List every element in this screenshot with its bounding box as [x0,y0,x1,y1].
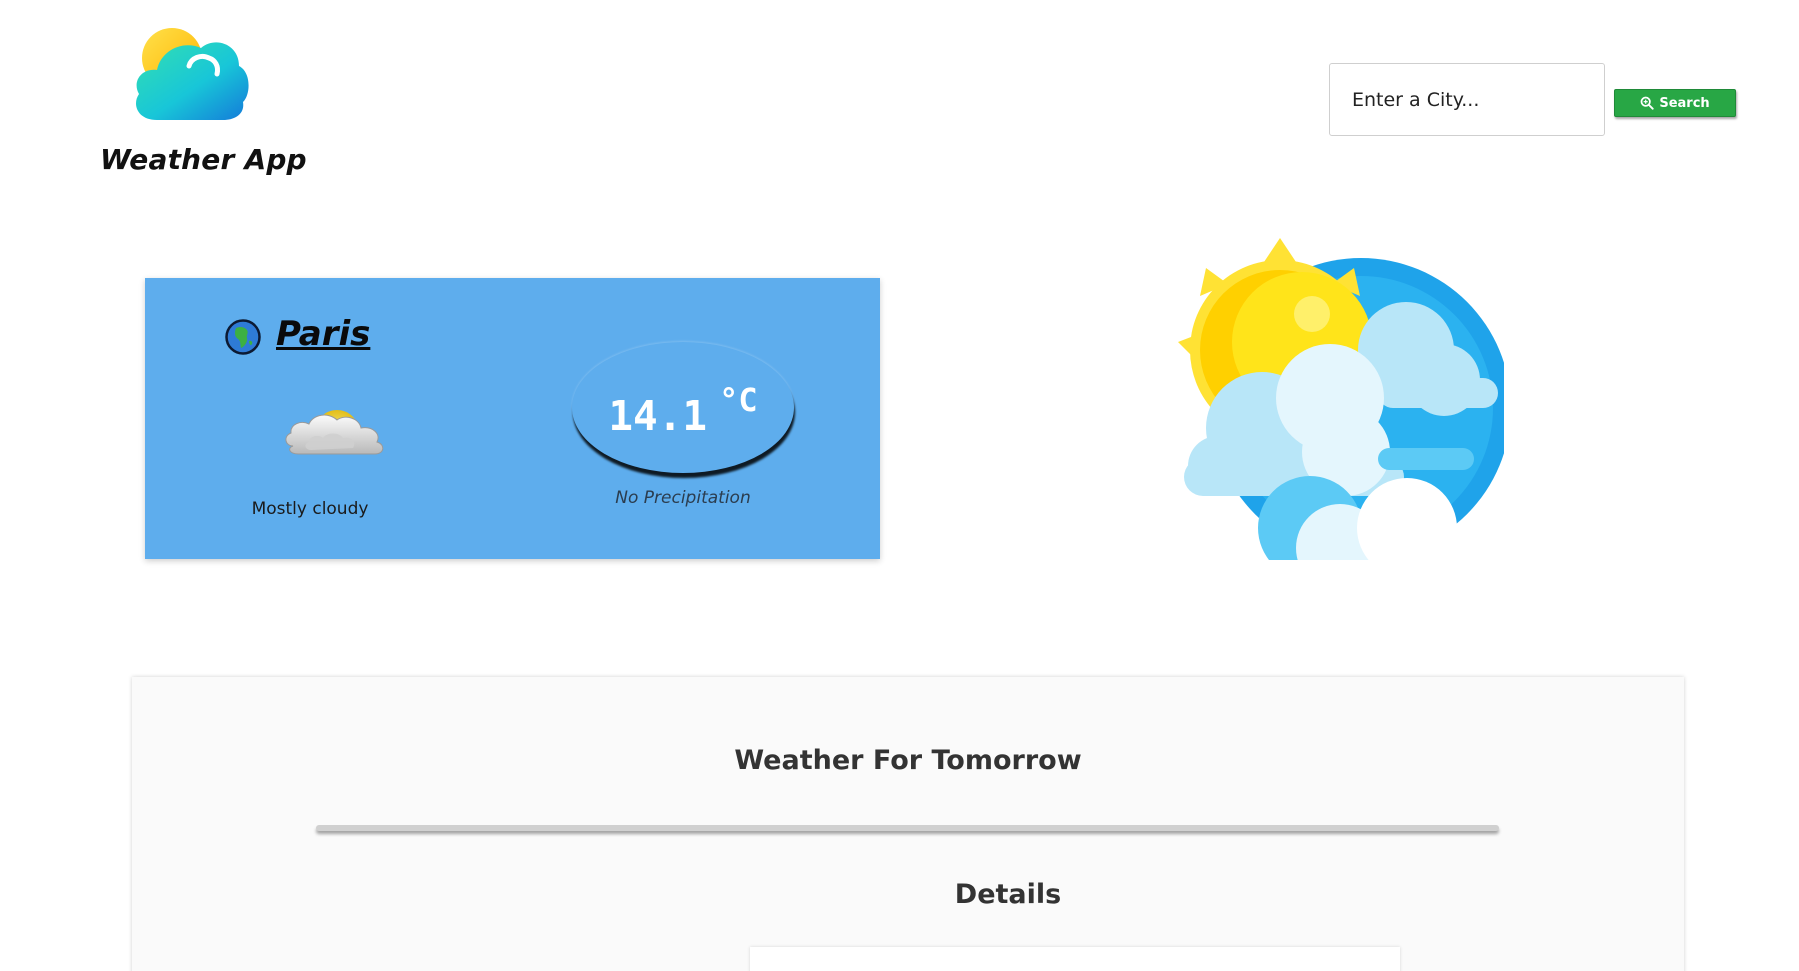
app-title: Weather App [100,143,307,176]
details-title: Details [954,879,1062,910]
cloud-sun-logo-icon [136,28,249,120]
search-button-label: Search [1659,95,1710,111]
city-name-link[interactable]: Paris [276,314,370,354]
tomorrow-forecast-panel: Weather For Tomorrow Details [132,677,1684,971]
sun-behind-clouds-illustration [1178,238,1504,560]
mostly-cloudy-icon [285,410,384,455]
city-search-input[interactable] [1329,63,1605,136]
weather-app-page: Weather App Search Paris [0,0,1799,971]
precipitation-text: No Precipitation [615,488,751,508]
globe-icon [225,319,261,355]
search-button[interactable]: Search [1614,89,1736,117]
temperature-unit: °C [719,380,758,419]
tomorrow-title: Weather For Tomorrow [734,745,1082,776]
temperature-value: 14.1 [608,391,708,440]
temperature-badge: 14.1 °C [572,342,794,473]
current-weather-card: Paris Mostly cloudy 14.1 °C No Precipita… [145,278,880,559]
magnifier-icon [1640,96,1654,110]
details-card [750,947,1400,971]
section-divider [316,825,1499,831]
condition-text: Mostly cloudy [251,499,369,519]
